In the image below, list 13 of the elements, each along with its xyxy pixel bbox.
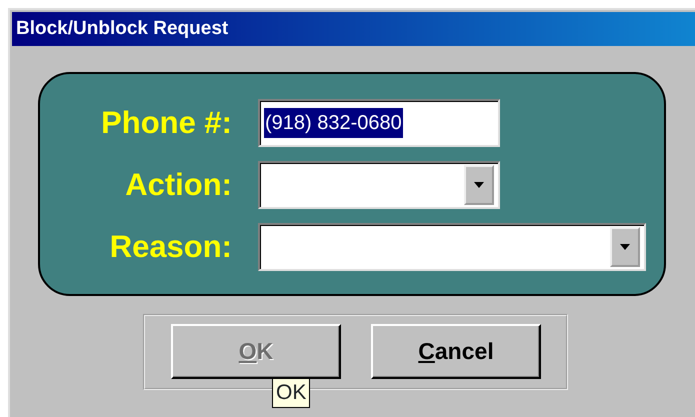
caret-icon xyxy=(620,244,630,250)
field-label: Phone #: xyxy=(100,104,232,142)
dropdown-button[interactable] xyxy=(610,227,640,267)
window-title: Block/Unblock Request xyxy=(16,16,228,41)
field-label: Action: xyxy=(124,166,232,204)
cancel-button[interactable]: Cancel xyxy=(371,324,541,379)
tooltip: OK xyxy=(272,378,310,408)
caret-icon xyxy=(474,182,484,188)
phone-input-field[interactable]: (918) 832-0680 xyxy=(258,99,500,147)
field-label: Reason: xyxy=(108,228,232,266)
dropdown-field[interactable] xyxy=(258,161,500,209)
dropdown-button[interactable] xyxy=(464,165,494,205)
dropdown-field[interactable] xyxy=(258,223,646,271)
